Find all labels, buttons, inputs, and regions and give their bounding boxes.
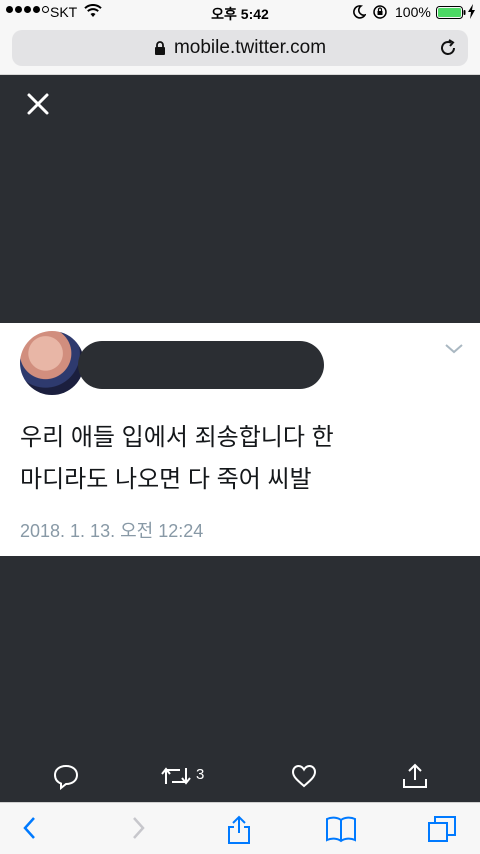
share-icon[interactable] bbox=[226, 815, 252, 845]
redacted-username bbox=[78, 341, 324, 389]
browser-toolbar bbox=[0, 802, 480, 854]
moon-icon bbox=[353, 5, 366, 19]
retweet-count: 3 bbox=[196, 766, 205, 783]
status-bar: SKT 오후 5:42 100% bbox=[0, 0, 480, 24]
media-viewer-top bbox=[0, 75, 480, 323]
tweet-text-line: 마디라도 나오면 다 죽어 씨발 bbox=[20, 466, 312, 493]
browser-address-area: mobile.twitter.com bbox=[0, 24, 480, 75]
tweet-actions: 3 bbox=[0, 758, 480, 794]
chevron-down-icon[interactable] bbox=[444, 343, 464, 355]
lock-icon bbox=[154, 40, 165, 55]
battery-icon bbox=[436, 6, 466, 19]
bookmarks-icon[interactable] bbox=[325, 815, 357, 843]
forward-icon[interactable] bbox=[128, 815, 148, 841]
tabs-icon[interactable] bbox=[427, 815, 457, 843]
reply-icon[interactable] bbox=[52, 762, 80, 790]
battery-percentage: 100% bbox=[395, 4, 431, 20]
close-icon[interactable] bbox=[24, 90, 52, 118]
tweet-text: 우리 애들 입에서 죄송합니다 한 마디라도 나오면 다 죽어 씨발 bbox=[20, 417, 460, 501]
url-text: mobile.twitter.com bbox=[173, 37, 327, 58]
orientation-lock-icon bbox=[373, 5, 387, 19]
tweet-card: 우리 애들 입에서 죄송합니다 한 마디라도 나오면 다 죽어 씨발 2018.… bbox=[0, 323, 480, 556]
avatar[interactable] bbox=[20, 331, 84, 395]
charging-bolt-icon bbox=[468, 4, 475, 19]
reload-icon[interactable] bbox=[438, 38, 458, 58]
tweet-text-line: 우리 애들 입에서 죄송합니다 한 bbox=[20, 424, 334, 451]
retweet-icon[interactable] bbox=[160, 762, 192, 790]
back-icon[interactable] bbox=[20, 815, 40, 841]
share-icon[interactable] bbox=[401, 762, 429, 790]
address-bar[interactable]: mobile.twitter.com bbox=[12, 30, 468, 66]
heart-icon[interactable] bbox=[290, 762, 318, 790]
tweet-timestamp: 2018. 1. 13. 오전 12:24 bbox=[20, 521, 204, 541]
